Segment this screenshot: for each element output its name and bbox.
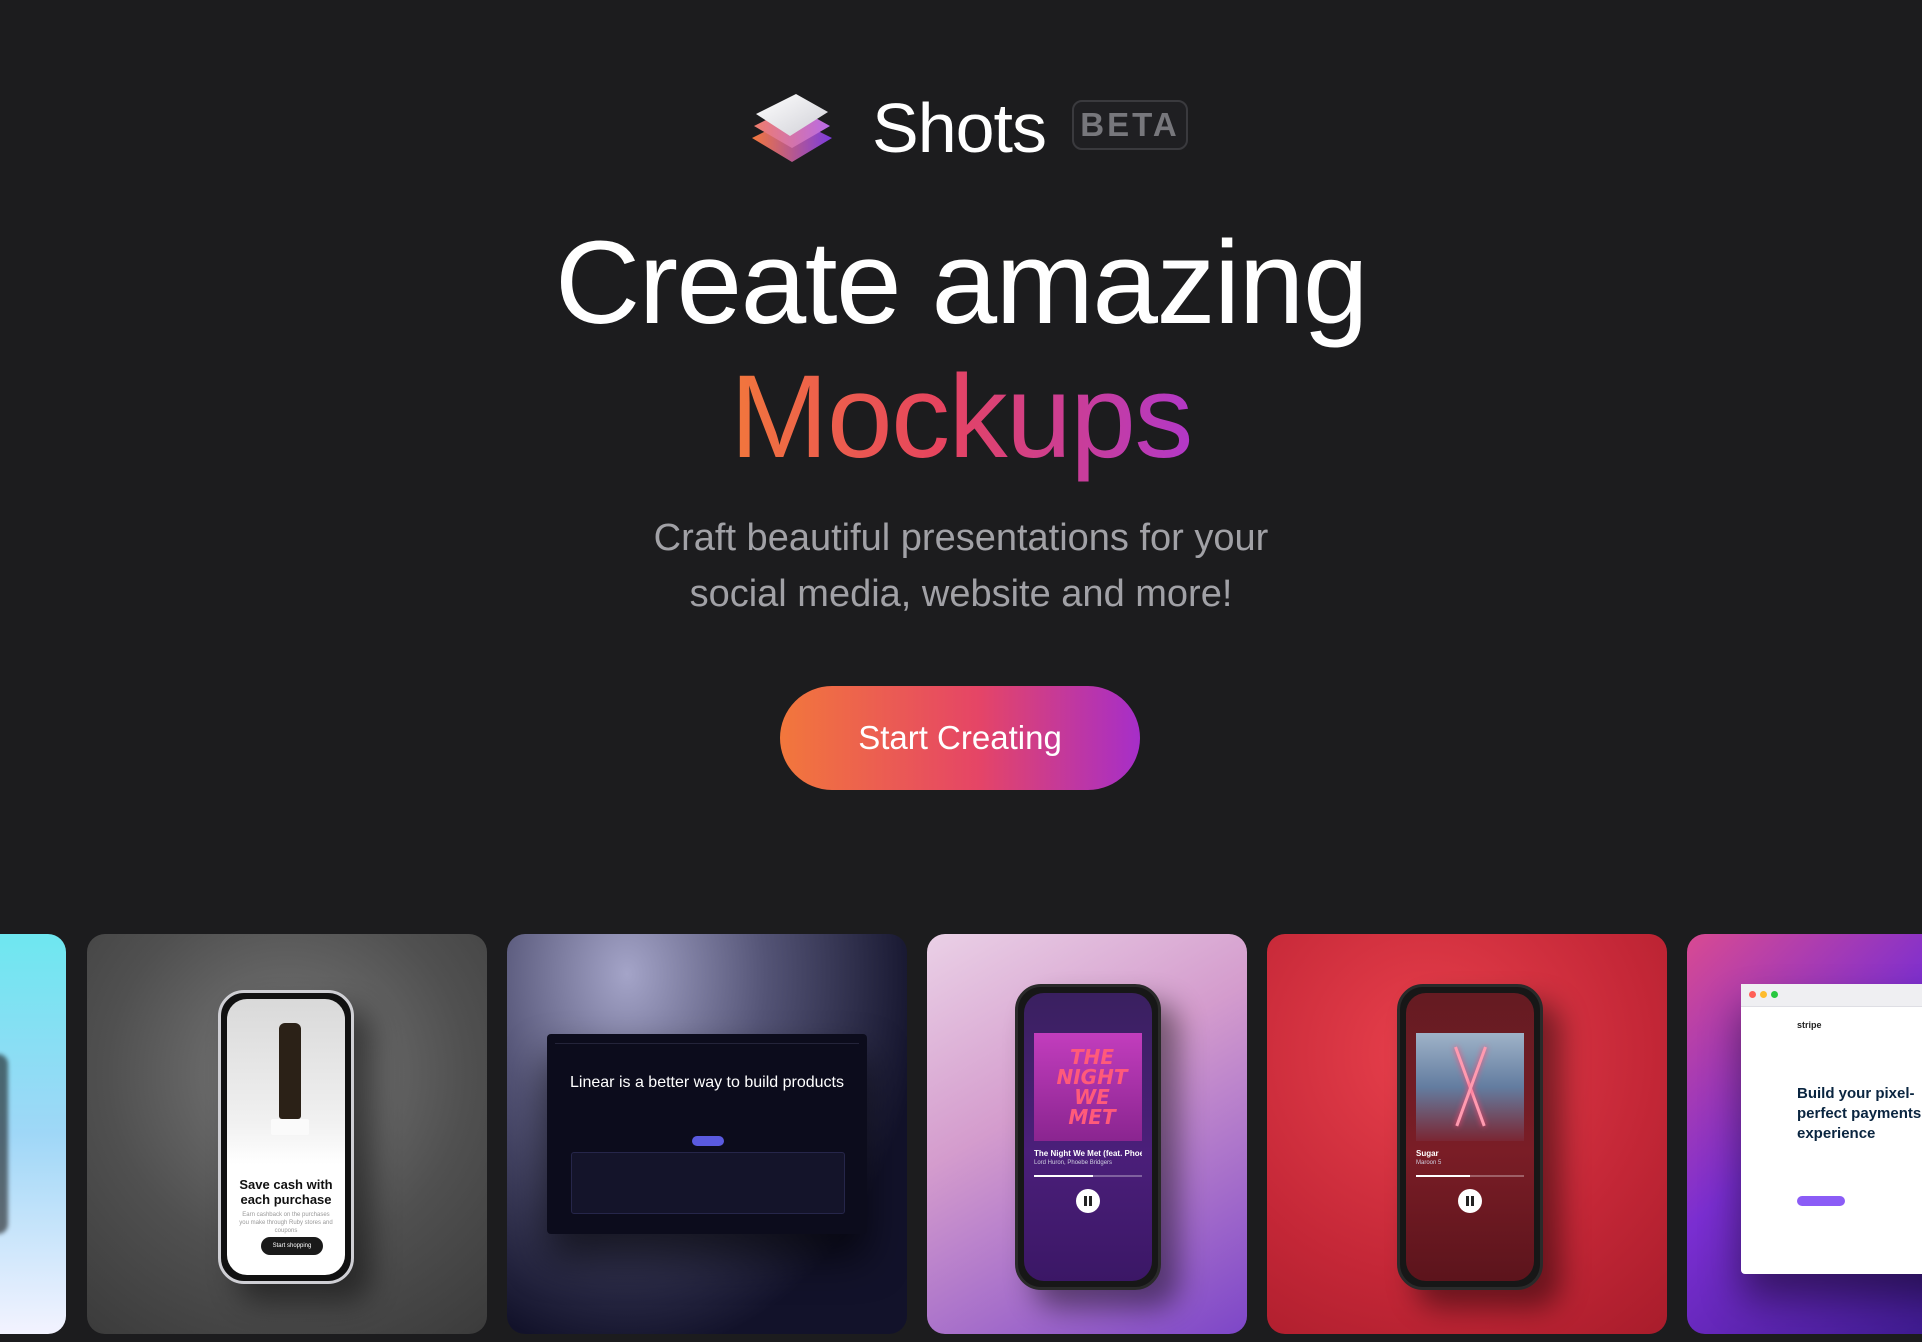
gallery-card[interactable]: [0, 934, 66, 1334]
minimize-dot: [1760, 991, 1767, 998]
album-art: [1416, 1033, 1524, 1141]
album-text: THE NIGHT WE MET: [1056, 1045, 1128, 1129]
progress-fill: [1034, 1175, 1094, 1177]
playback-progress: [1416, 1175, 1524, 1177]
phone-mockup: Save cash with each purchase Earn cashba…: [218, 990, 354, 1284]
phone-mockup: Sugar Maroon 5: [1397, 984, 1543, 1290]
pause-icon: [1458, 1189, 1482, 1213]
song-title: Sugar: [1416, 1149, 1439, 1158]
brand-name[interactable]: Shots: [872, 88, 1047, 168]
close-dot: [1749, 991, 1756, 998]
subtitle-line: social media, website and more!: [689, 573, 1233, 615]
song-artist: Maroon 5: [1416, 1160, 1442, 1166]
mockup-button: Start shopping: [261, 1237, 323, 1255]
mockup-gallery: Save cash with each purchase Earn cashba…: [0, 934, 1922, 1334]
mockup-nav: [555, 1037, 859, 1044]
start-creating-button[interactable]: Start Creating: [780, 686, 1140, 790]
stacked-layers-icon[interactable]: [748, 86, 838, 170]
device-edge: [0, 1054, 8, 1234]
album-art: THE NIGHT WE MET: [1034, 1033, 1142, 1141]
maximize-dot: [1771, 991, 1778, 998]
mockup-table: [571, 1152, 845, 1214]
brand-header: Shots BETA: [0, 80, 1922, 170]
mockup-button: [692, 1136, 724, 1146]
beta-badge: BETA: [1072, 100, 1188, 150]
gallery-card[interactable]: Save cash with each purchase Earn cashba…: [87, 934, 487, 1334]
hero-subtitle: Craft beautiful presentations for your s…: [0, 510, 1922, 622]
phone-screen: Sugar Maroon 5: [1406, 993, 1534, 1281]
progress-fill: [1416, 1175, 1470, 1177]
gallery-card[interactable]: THE NIGHT WE MET The Night We Met (feat.…: [927, 934, 1247, 1334]
product-pedestal: [271, 1119, 309, 1135]
mockup-title: Linear is a better way to build products: [570, 1074, 844, 1091]
phone-mockup: THE NIGHT WE MET The Night We Met (feat.…: [1015, 984, 1161, 1290]
gallery-card[interactable]: stripe Build your pixel-perfect payments…: [1687, 934, 1922, 1334]
song-title: The Night We Met (feat. Phoebe Bridgers): [1034, 1149, 1142, 1158]
phone-screen: Save cash with each purchase Earn cashba…: [227, 999, 345, 1275]
stripe-logo: stripe: [1797, 1020, 1822, 1030]
mockup-body: Earn cashback on the purchases you make …: [239, 1212, 333, 1234]
song-artist: Lord Huron, Phoebe Bridgers: [1034, 1160, 1113, 1166]
mockup-button: [1797, 1196, 1845, 1206]
browser-mockup: Linear is a better way to build products: [547, 1034, 867, 1234]
hero-headline: Create amazing: [555, 217, 1368, 349]
gallery-card[interactable]: Sugar Maroon 5: [1267, 934, 1667, 1334]
product-bottle: [279, 1023, 301, 1119]
subtitle-line: Craft beautiful presentations for your: [653, 517, 1269, 559]
browser-toolbar: [1741, 984, 1922, 1007]
gallery-card[interactable]: Linear is a better way to build products: [507, 934, 907, 1334]
playback-progress: [1034, 1175, 1142, 1177]
pause-icon: [1076, 1189, 1100, 1213]
mockup-title: Build your pixel-perfect payments experi…: [1797, 1085, 1922, 1142]
browser-mockup: stripe Build your pixel-perfect payments…: [1741, 984, 1922, 1274]
accent-word: Mockups: [730, 351, 1193, 483]
hero-headline-accent: Mockups: [0, 352, 1922, 482]
phone-screen: THE NIGHT WE MET The Night We Met (feat.…: [1024, 993, 1152, 1281]
mockup-title: Save cash with each purchase: [239, 1177, 333, 1207]
